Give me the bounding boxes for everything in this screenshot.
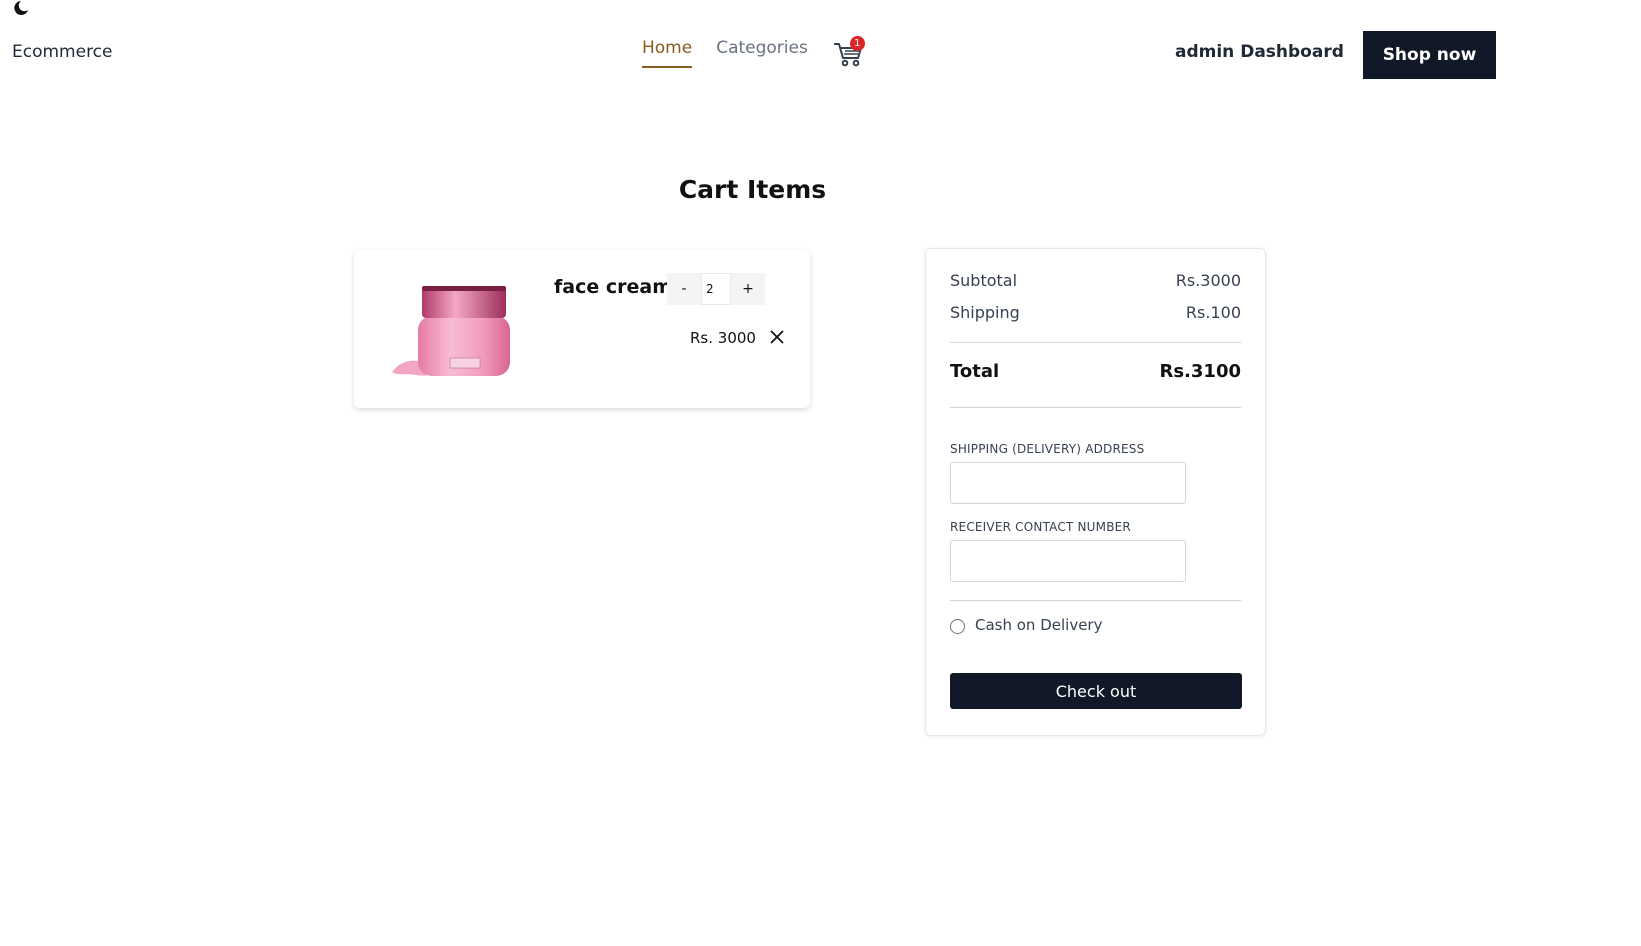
divider	[950, 600, 1241, 601]
subtotal-label: Subtotal	[950, 271, 1018, 290]
cash-on-delivery-label[interactable]: Cash on Delivery	[975, 616, 1102, 634]
cash-on-delivery-radio[interactable]	[950, 619, 965, 634]
quantity-stepper: - +	[667, 273, 765, 305]
product-price: Rs. 3000	[690, 329, 756, 347]
cart-item-card: face cream - + Rs. 3000	[354, 250, 810, 408]
cart-count-badge: 1	[849, 36, 865, 51]
subtotal-value: Rs.3000	[1175, 271, 1241, 290]
moon-icon[interactable]	[12, 0, 30, 16]
page-title: Cart Items	[678, 175, 827, 204]
shipping-value: Rs.100	[1185, 303, 1241, 322]
subtotal-row: Subtotal Rs.3000	[950, 271, 1241, 290]
quantity-input[interactable]	[701, 273, 731, 305]
cart-button[interactable]: 1	[832, 36, 866, 68]
shipping-row: Shipping Rs.100	[950, 303, 1241, 322]
nav-categories[interactable]: Categories	[716, 38, 808, 66]
total-row: Total Rs.3100	[950, 361, 1241, 382]
total-value: Rs.3100	[1159, 361, 1241, 382]
decrease-quantity-button[interactable]: -	[667, 273, 701, 305]
nav-home[interactable]: Home	[642, 38, 693, 68]
divider	[950, 342, 1241, 343]
face-cream-jar-image	[392, 286, 510, 376]
contact-label: RECEIVER CONTACT NUMBER	[950, 520, 1131, 534]
increase-quantity-button[interactable]: +	[731, 273, 765, 305]
product-name: face cream	[554, 276, 672, 298]
main-nav: Home Categories 1	[642, 36, 866, 68]
contact-number-input[interactable]	[950, 540, 1186, 582]
admin-dashboard-link[interactable]: admin Dashboard	[1175, 42, 1344, 62]
order-summary-card: Subtotal Rs.3000 Shipping Rs.100 Total R…	[925, 248, 1266, 736]
shipping-label: Shipping	[950, 303, 1020, 322]
address-input[interactable]	[950, 462, 1186, 504]
close-icon[interactable]	[768, 328, 786, 346]
divider	[950, 407, 1241, 408]
total-label: Total	[950, 361, 1000, 382]
checkout-button[interactable]: Check out	[950, 673, 1242, 709]
shop-now-button[interactable]: Shop now	[1363, 31, 1496, 79]
address-label: SHIPPING (DELIVERY) ADDRESS	[950, 442, 1145, 456]
brand-logo[interactable]: Ecommerce	[12, 42, 113, 62]
